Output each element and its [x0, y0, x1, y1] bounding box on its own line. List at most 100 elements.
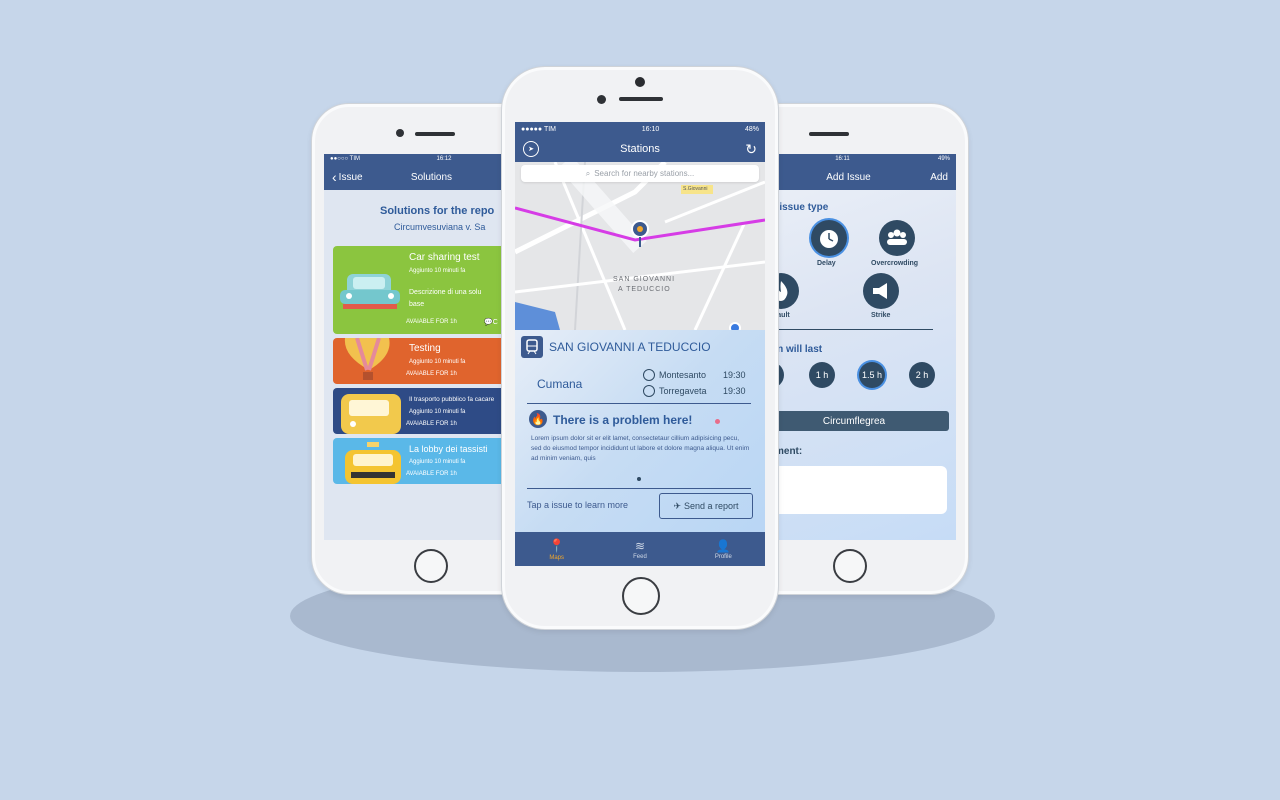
map-pin-icon: 📍 — [548, 537, 565, 553]
tab-bar: 📍 Maps ≋ Feed 👤 Profile — [515, 532, 765, 566]
comment-label: ment: — [775, 446, 803, 457]
section-divider — [527, 488, 751, 489]
taxi-illustration — [345, 442, 401, 484]
add-button[interactable]: Add — [930, 172, 948, 183]
section-divider — [761, 329, 933, 330]
clock-icon — [643, 369, 655, 381]
page-indicator[interactable] — [637, 477, 641, 481]
carrier-label: ●●●●● TIM — [521, 125, 557, 133]
tab-label: Profile — [714, 553, 732, 560]
card-title: Il trasporto pubblico fa cacare — [409, 396, 495, 403]
refresh-icon[interactable]: ↻ — [745, 141, 757, 158]
tab-profile[interactable]: 👤 Profile — [682, 532, 765, 566]
train-icon — [521, 336, 543, 358]
clock-label: 16:11 — [835, 156, 850, 162]
map-view[interactable]: ⌕ Search for nearby stations... S.Giovan… — [515, 162, 765, 330]
clock-icon — [643, 385, 655, 397]
people-icon[interactable] — [879, 220, 915, 256]
departure-row: Torregaveta 19:30 — [643, 385, 746, 397]
rss-icon: ≋ — [634, 538, 646, 553]
departure-time: 19:30 — [723, 370, 746, 380]
front-camera — [597, 95, 606, 104]
card-availability: AVAIABLE FOR 1h — [406, 371, 457, 377]
map-poi-label: S.Giovanni — [683, 186, 708, 192]
problem-indicator-dot — [715, 419, 720, 424]
station-pin[interactable] — [631, 220, 649, 238]
comment-label: C — [492, 319, 498, 326]
pin-stem — [639, 237, 641, 247]
solutions-heading: Solutions for the repo — [380, 205, 495, 217]
area-label-1: SAN GIOVANNI — [613, 276, 676, 283]
send-report-button[interactable]: ✈ Send a report — [659, 493, 753, 519]
station-name: SAN GIOVANNI A TEDUCCIO — [549, 340, 711, 354]
earpiece-speaker — [415, 132, 455, 136]
solutions-subheading: Circumvesuviana v. Sa — [394, 222, 486, 232]
card-availability: AVAIABLE FOR 1h — [406, 471, 457, 477]
card-added: Aggiunto 10 minuti fa — [409, 409, 466, 415]
station-sheet: SAN GIOVANNI A TEDUCCIO Cumana Montesant… — [515, 330, 765, 532]
comment-icon[interactable]: 💬C — [484, 318, 498, 326]
duration-option-selected[interactable]: 1.5 h — [859, 362, 885, 388]
back-button[interactable]: ‹ Issue — [332, 169, 363, 185]
card-added: Aggiunto 10 minuti fa — [409, 359, 466, 365]
send-report-label: Send a report — [684, 501, 739, 511]
nav-title: Stations — [620, 143, 660, 155]
balloon-illustration — [344, 338, 390, 380]
departure-destination: Montesanto — [659, 370, 707, 380]
stations-screen: ●●●●● TIM 16:10 48% ➤ Stations ↻ ⌕ Searc… — [515, 122, 765, 566]
type-label: Strike — [871, 312, 891, 319]
problem-text: Lorem ipsum dolor sit er elit lamet, con… — [531, 435, 750, 462]
sensor-dot — [635, 77, 645, 87]
search-input[interactable]: ⌕ Search for nearby stations... — [521, 165, 759, 182]
paper-plane-icon: ✈ — [673, 500, 681, 511]
front-camera — [396, 129, 404, 137]
home-button[interactable] — [622, 577, 660, 615]
battery-label: 48% — [744, 125, 759, 133]
back-label: Issue — [338, 171, 363, 183]
area-label-2: A TEDUCCIO — [618, 286, 671, 293]
tab-label: Feed — [633, 553, 647, 560]
card-desc: Descrizione di una solu — [409, 289, 482, 296]
departure-time: 19:30 — [723, 386, 746, 396]
departure-destination: Torregaveta — [659, 386, 707, 396]
learn-more-hint: Tap a issue to learn more — [527, 500, 629, 510]
bus-illustration — [341, 394, 401, 434]
carrier-label: ●●○○○ TIM — [330, 156, 361, 162]
line-name: Cumana — [537, 377, 583, 391]
user-location-dot — [729, 322, 741, 330]
clock-icon[interactable] — [811, 220, 847, 256]
car-illustration — [340, 274, 400, 309]
card-desc-2: base — [409, 301, 425, 308]
clock-label: 16:12 — [436, 156, 452, 162]
search-icon: ⌕ — [585, 168, 591, 178]
card-availability: AVAIABLE FOR 1h — [406, 319, 457, 325]
tab-maps[interactable]: 📍 Maps — [515, 532, 598, 566]
user-icon: 👤 — [715, 538, 731, 553]
duration-option[interactable]: 1 h — [809, 362, 835, 388]
fire-icon: 🔥 — [529, 410, 547, 428]
card-availability: AVAIABLE FOR 1h — [406, 421, 457, 427]
duration-option[interactable]: 2 h — [909, 362, 935, 388]
search-placeholder: Search for nearby stations... — [594, 169, 695, 178]
compass-icon[interactable]: ➤ — [523, 141, 539, 157]
status-bar: ●●●●● TIM 16:10 48% — [515, 122, 765, 136]
chevron-left-icon: ‹ — [332, 169, 337, 185]
center-phone: ●●●●● TIM 16:10 48% ➤ Stations ↻ ⌕ Searc… — [501, 66, 779, 630]
tab-feed[interactable]: ≋ Feed — [598, 532, 681, 566]
card-title: Car sharing test — [409, 252, 480, 263]
clock-label: 16:10 — [641, 125, 660, 133]
departure-row: Montesanto 19:30 — [643, 369, 746, 381]
home-button[interactable] — [414, 549, 448, 583]
line-select[interactable]: Circumflegrea — [759, 411, 949, 431]
card-added: Aggiunto 10 minuti fa — [409, 459, 466, 465]
section-divider — [527, 403, 751, 404]
problem-title: There is a problem here! — [553, 413, 693, 427]
nav-bar: ➤ Stations ↻ — [515, 136, 765, 162]
card-title: Testing — [409, 343, 441, 354]
card-added: Aggiunto 10 minuti fa — [409, 268, 466, 274]
home-button[interactable] — [833, 549, 867, 583]
earpiece-speaker — [809, 132, 849, 136]
megaphone-icon[interactable] — [863, 273, 899, 309]
battery-label: 49% — [937, 156, 950, 162]
earpiece-speaker — [619, 97, 663, 101]
